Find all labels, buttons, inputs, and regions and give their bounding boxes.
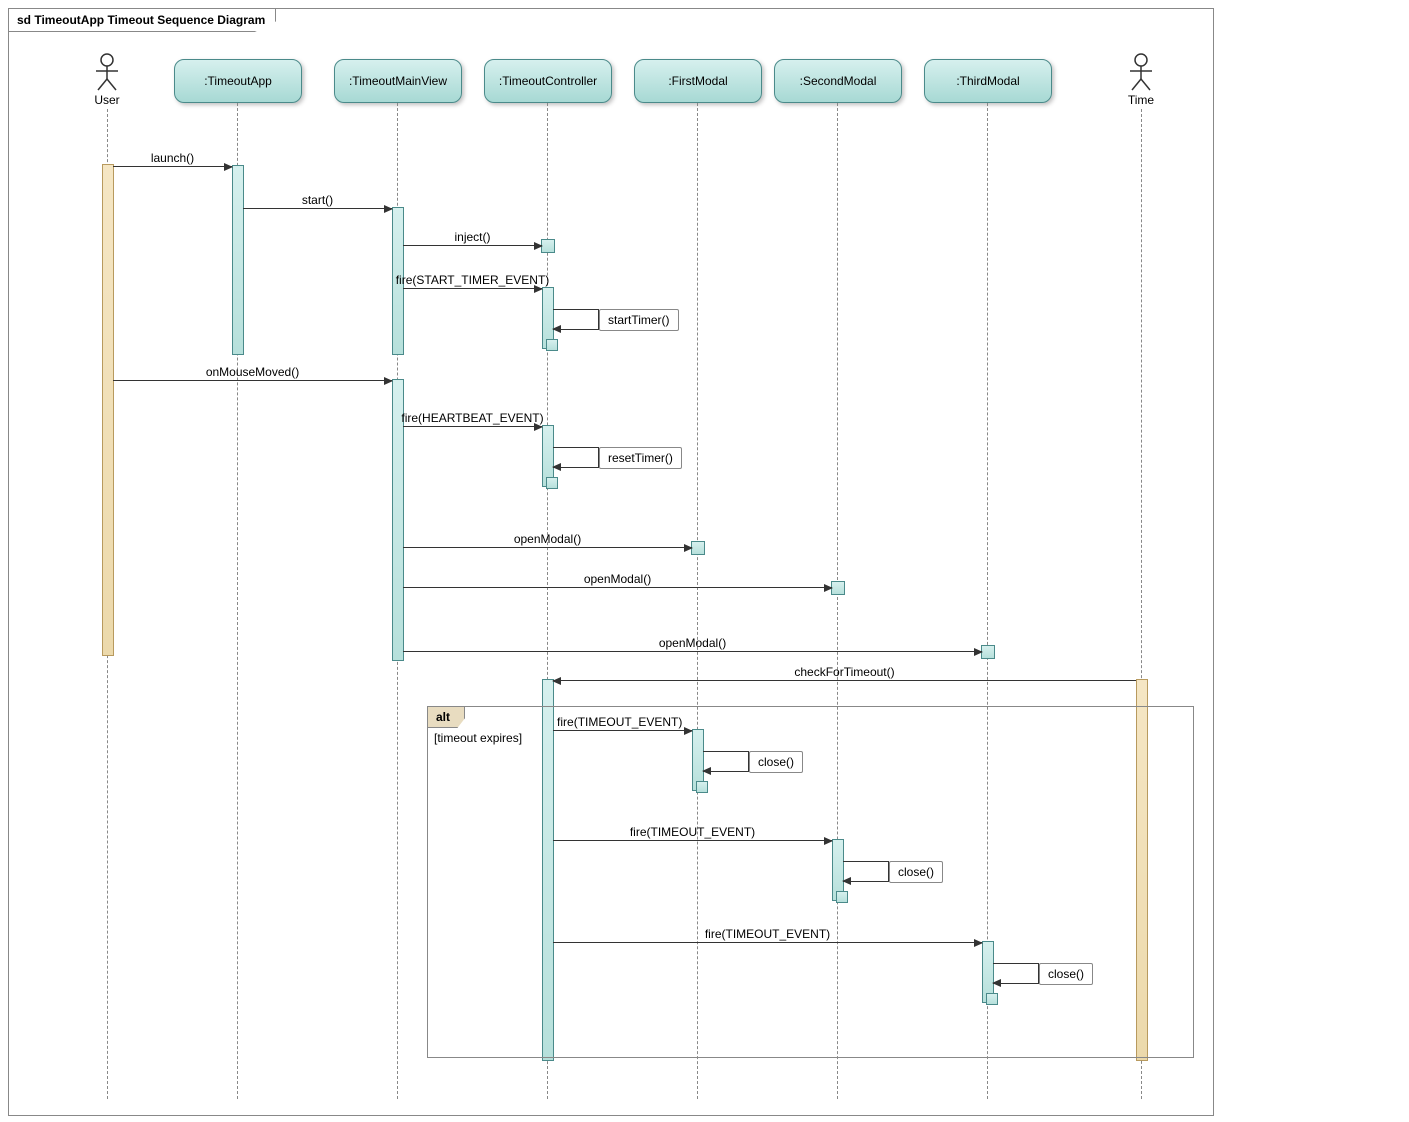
activation-secondmodal-open <box>831 581 845 595</box>
activation-user <box>102 164 114 656</box>
msg-inject: inject() <box>403 245 542 246</box>
person-icon <box>93 53 121 91</box>
sequence-diagram-canvas: sd TimeoutApp Timeout Sequence Diagram U… <box>0 0 1409 1122</box>
activation-thirdmodal-open <box>981 645 995 659</box>
fragment-alt-label: alt <box>427 706 465 728</box>
activation-firstmodal-open <box>691 541 705 555</box>
self-arrow-close-third <box>993 963 1039 983</box>
msg-label: fire(TIMEOUT_EVENT) <box>557 715 682 729</box>
msg-label: start() <box>302 193 333 207</box>
lifeline-thirdmodal: :ThirdModal <box>924 59 1052 103</box>
msg-label: checkForTimeout() <box>794 665 894 679</box>
msg-openmodal-third: openModal() <box>403 651 982 652</box>
fragment-alt: alt [timeout expires] <box>427 706 1194 1058</box>
msg-fire-timeout-second: fire(TIMEOUT_EVENT) <box>553 840 832 841</box>
msg-label: openModal() <box>659 636 726 650</box>
msg-label: fire(START_TIMER_EVENT) <box>396 273 550 287</box>
activation-timeoutapp <box>232 165 244 355</box>
actor-time-label: Time <box>1111 93 1171 107</box>
lifeline-firstmodal: :FirstModal <box>634 59 762 103</box>
msg-label: fire(TIMEOUT_EVENT) <box>705 927 830 941</box>
self-arrow-close-first <box>703 751 749 771</box>
msg-reset-timer-self: resetTimer() <box>599 447 682 469</box>
lifeline-timeoutcontroller: :TimeoutController <box>484 59 612 103</box>
lifeline-secondmodal: :SecondModal <box>774 59 902 103</box>
activation-term-2 <box>546 477 558 489</box>
msg-label: openModal() <box>584 572 651 586</box>
msg-launch: launch() <box>113 166 232 167</box>
msg-close-second-self: close() <box>889 861 943 883</box>
lifeline-timeoutapp: :TimeoutApp <box>174 59 302 103</box>
actor-user-label: User <box>77 93 137 107</box>
msg-label: inject() <box>454 230 490 244</box>
msg-close-third-self: close() <box>1039 963 1093 985</box>
msg-openmodal-first: openModal() <box>403 547 692 548</box>
msg-openmodal-second: openModal() <box>403 587 832 588</box>
activation-controller-inject <box>541 239 555 253</box>
msg-fire-start-timer: fire(START_TIMER_EVENT) <box>403 288 542 289</box>
msg-label: onMouseMoved() <box>206 365 299 379</box>
msg-fire-heartbeat: fire(HEARTBEAT_EVENT) <box>403 426 542 427</box>
activation-term-1 <box>546 339 558 351</box>
actor-user: User <box>77 53 137 107</box>
msg-onmousemoved: onMouseMoved() <box>113 380 392 381</box>
msg-fire-timeout-first: fire(TIMEOUT_EVENT) <box>553 730 692 731</box>
msg-start: start() <box>243 208 392 209</box>
msg-label: fire(HEARTBEAT_EVENT) <box>401 411 543 425</box>
actor-time: Time <box>1111 53 1171 107</box>
self-arrow-close-second <box>843 861 889 881</box>
msg-fire-timeout-third: fire(TIMEOUT_EVENT) <box>553 942 982 943</box>
diagram-frame: sd TimeoutApp Timeout Sequence Diagram U… <box>8 8 1214 1116</box>
lifeline-timeoutmainview: :TimeoutMainView <box>334 59 462 103</box>
msg-close-first-self: close() <box>749 751 803 773</box>
person-icon <box>1127 53 1155 91</box>
msg-check-for-timeout: checkForTimeout() <box>553 680 1136 681</box>
self-arrow-reset-timer <box>553 447 599 467</box>
fragment-alt-guard: [timeout expires] <box>434 731 522 745</box>
diagram-title: sd TimeoutApp Timeout Sequence Diagram <box>8 8 276 32</box>
self-arrow-start-timer <box>553 309 599 329</box>
msg-label: fire(TIMEOUT_EVENT) <box>630 825 755 839</box>
msg-start-timer-self: startTimer() <box>599 309 679 331</box>
msg-label: openModal() <box>514 532 581 546</box>
msg-label: launch() <box>151 151 194 165</box>
